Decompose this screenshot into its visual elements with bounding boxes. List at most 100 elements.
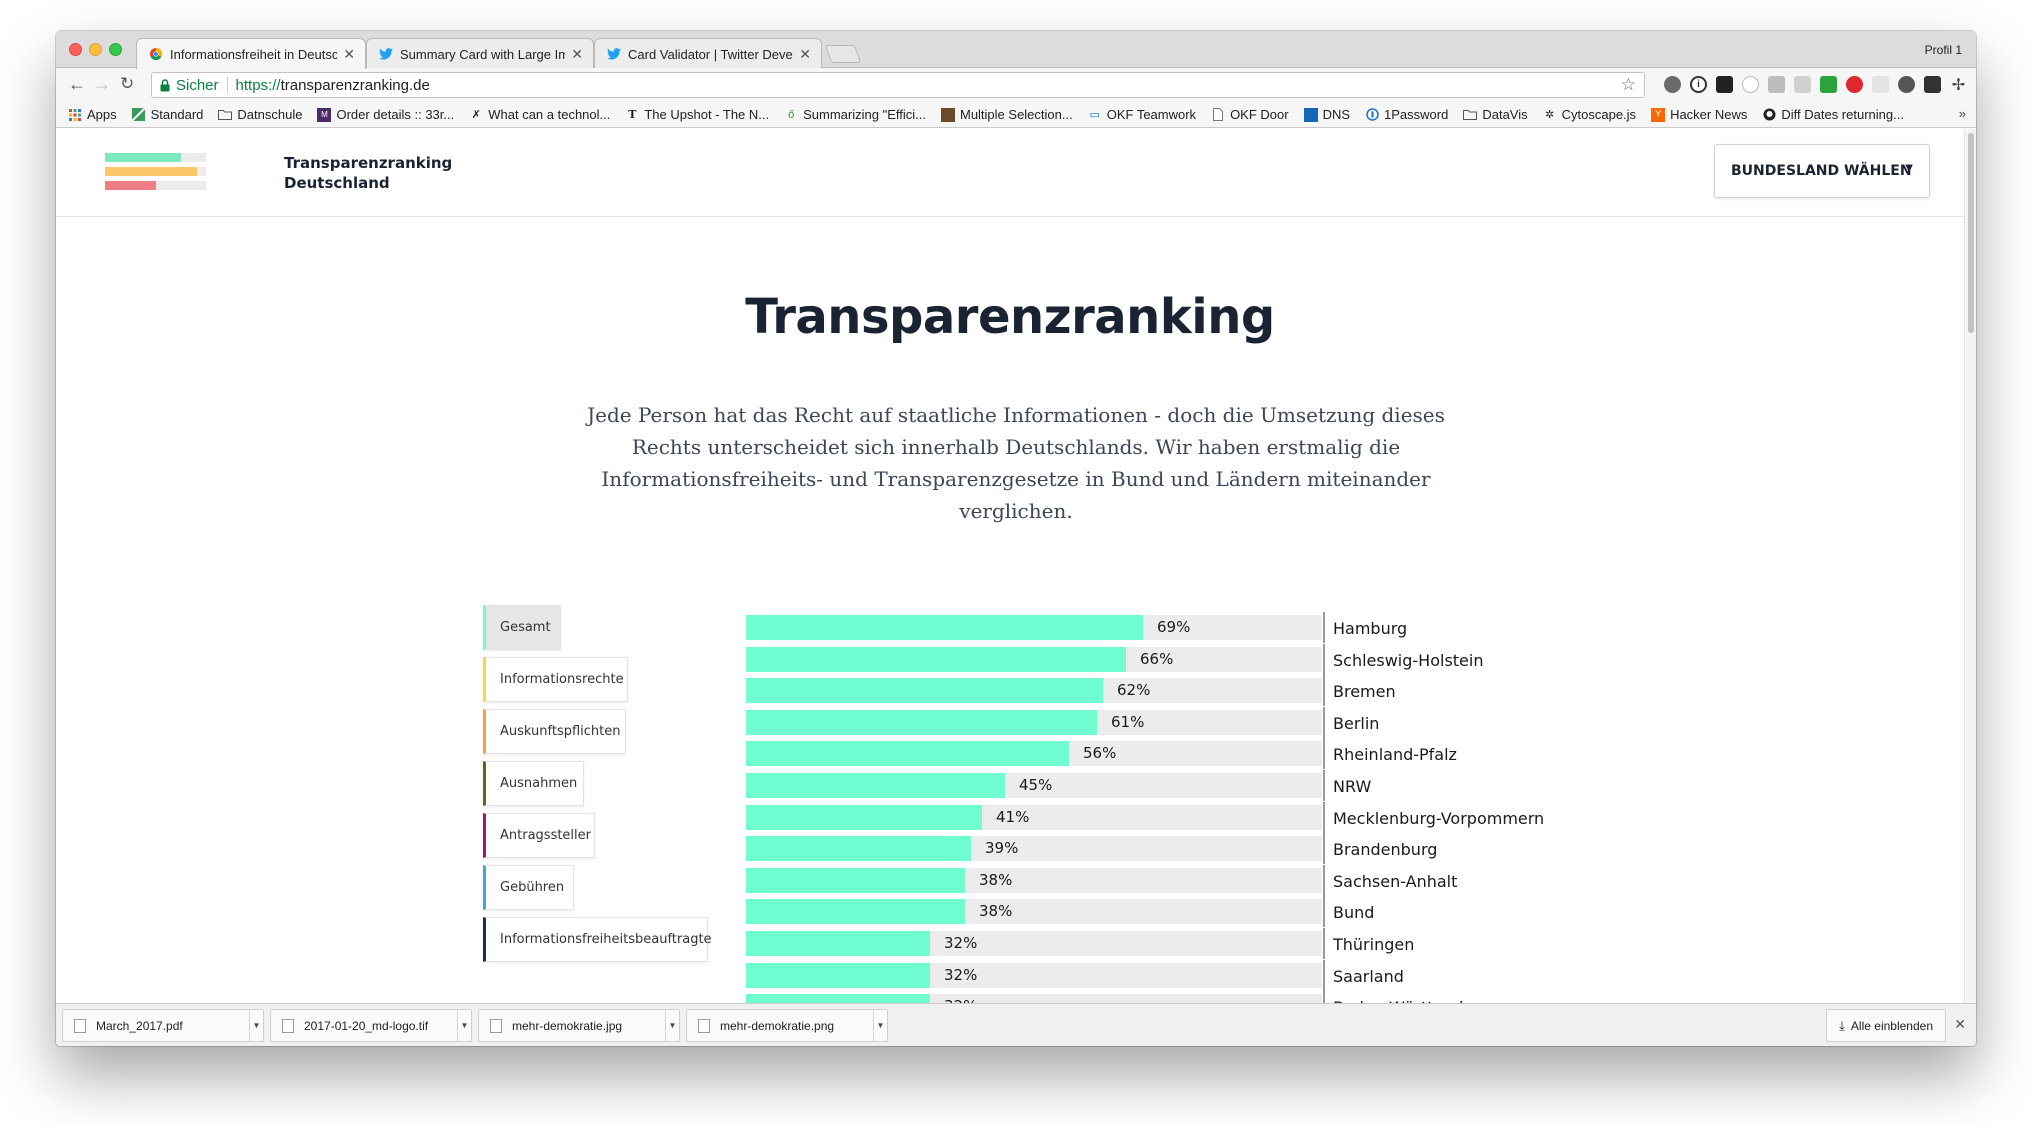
extensions-area: i ✢ ƒ ⋮ <box>1664 76 1976 94</box>
intro-text: Jede Person hat das Recht auf staatliche… <box>587 403 1445 523</box>
tab-close-icon[interactable]: ✕ <box>343 46 355 63</box>
page-scrollbar[interactable] <box>1964 129 1976 1003</box>
forward-arrow-icon[interactable]: → <box>93 74 111 94</box>
minimize-window-button[interactable] <box>89 43 102 56</box>
tab-informationsfreiheit[interactable]: Informationsfreiheit in Deutschland ✕ <box>136 38 366 69</box>
bookmark-diff-dates[interactable]: Diff Dates returning... <box>1762 107 1904 122</box>
filter-button-6[interactable]: Informationsfreiheitsbeauftragte <box>483 917 712 962</box>
chart-row[interactable]: 38% Sachsen-Anhalt <box>746 865 1546 896</box>
chart-row[interactable]: 38% Bund <box>746 896 1546 927</box>
circle-extension-icon[interactable] <box>1742 76 1759 93</box>
filter-button-0[interactable]: Gesamt <box>483 605 561 650</box>
cloud-extension-icon[interactable] <box>1768 76 1785 93</box>
bundesland-select-label: BUNDESLAND WÄHLEN <box>1731 163 1912 179</box>
bookmark-datnschule[interactable]: Datnschule <box>218 107 302 122</box>
back-arrow-icon[interactable]: ← <box>68 74 86 94</box>
tab-summary-card[interactable]: Summary Card with Large Image ✕ <box>366 38 594 69</box>
bookmark-star-icon[interactable]: ☆ <box>1621 75 1636 95</box>
axis-line <box>1323 644 1325 675</box>
bundesland-select[interactable]: BUNDESLAND WÄHLEN ▼ <box>1714 144 1930 198</box>
tab-card-validator[interactable]: Card Validator | Twitter Developers ✕ <box>594 38 822 69</box>
bookmark-okf-door[interactable]: OKF Door <box>1211 107 1289 122</box>
chart-row[interactable]: 41% Mecklenburg-Vorpommern <box>746 802 1546 833</box>
bookmark-1password[interactable]: 1Password <box>1365 107 1448 122</box>
bookmark-order-details[interactable]: M Order details :: 33r... <box>317 107 454 122</box>
file-icon <box>490 1018 502 1033</box>
download-item[interactable]: mehr-demokratie.png ▼ <box>686 1009 888 1042</box>
chart-row[interactable]: 32%Baden-Württemberg <box>746 991 1546 1003</box>
bookmark-okf-teamwork[interactable]: ▭ OKF Teamwork <box>1088 107 1197 122</box>
new-tab-button[interactable] <box>824 45 862 63</box>
category-label: Berlin <box>1333 714 1380 733</box>
scrollbar-thumb[interactable] <box>1968 133 1974 333</box>
close-downloads-icon[interactable]: ✕ <box>1954 1016 1966 1033</box>
chart-row[interactable]: 45% NRW <box>746 770 1546 801</box>
pin-extension-icon[interactable] <box>1924 76 1941 93</box>
bookmark-label: What can a technol... <box>488 107 611 122</box>
teamwork-icon: ▭ <box>1089 109 1100 121</box>
bookmark-multiple-selection[interactable]: Multiple Selection... <box>940 107 1073 122</box>
bookmark-cytoscape[interactable]: ✲ Cytoscape.js <box>1543 107 1636 122</box>
filter-button-1[interactable]: Informationsrechte <box>483 657 628 702</box>
secure-indicator[interactable]: Sicher <box>160 77 219 94</box>
chart-row[interactable]: 62% Bremen <box>746 675 1546 706</box>
chart-row[interactable]: 39% Brandenburg <box>746 833 1546 864</box>
address-bar[interactable]: Sicher https:// transparenzranking.de ☆ <box>151 72 1645 98</box>
filter-button-3[interactable]: Ausnahmen <box>483 761 584 806</box>
chevron-down-icon[interactable]: ▼ <box>873 1010 887 1041</box>
category-label: Schleswig-Holstein <box>1333 651 1484 670</box>
green-extension-icon[interactable] <box>1820 76 1837 93</box>
shield-extension-icon[interactable] <box>1664 76 1681 93</box>
filter-button-5[interactable]: Gebühren <box>483 865 574 910</box>
category-label: Brandenburg <box>1333 840 1438 859</box>
bookmark-apps[interactable]: Apps <box>68 107 117 122</box>
chevron-down-icon[interactable]: ▼ <box>457 1010 471 1041</box>
bookmark-summarizing[interactable]: ő Summarizing "Effici... <box>784 107 926 122</box>
blank-extension-icon[interactable] <box>1872 76 1889 93</box>
reader-extension-icon[interactable] <box>1716 76 1733 93</box>
chart-row[interactable]: 32% Thüringen <box>746 928 1546 959</box>
reload-icon[interactable]: ↻ <box>120 74 134 94</box>
bookmark-datavis[interactable]: DataVis <box>1463 107 1528 122</box>
zoom-window-button[interactable] <box>109 43 122 56</box>
show-all-downloads-button[interactable]: ⤓ Alle einblenden <box>1826 1009 1946 1042</box>
browser-toolbar: ← → ↻ Sicher https:// transparenzranking… <box>56 68 1976 102</box>
bookmarks-overflow-icon[interactable]: » <box>1959 106 1966 121</box>
bar-value-label: 41% <box>996 808 1030 826</box>
chart-row[interactable]: 56% Rheinland-Pfalz <box>746 738 1546 769</box>
chart-row[interactable]: 61% Berlin <box>746 707 1546 738</box>
bookmark-label: DataVis <box>1482 107 1528 122</box>
tab-close-icon[interactable]: ✕ <box>571 46 583 63</box>
download-item[interactable]: March_2017.pdf ▼ <box>62 1009 264 1042</box>
bookmark-the-upshot[interactable]: T The Upshot - The N... <box>625 107 769 122</box>
info-extension-icon[interactable]: i <box>1690 76 1707 93</box>
filter-button-2[interactable]: Auskunftspflichten <box>483 709 626 754</box>
site-name[interactable]: Transparenzranking Deutschland <box>284 153 452 193</box>
plus-extension-icon[interactable]: ✢ <box>1950 76 1967 94</box>
chevron-down-icon[interactable]: ▼ <box>249 1010 263 1041</box>
site-logo[interactable] <box>105 153 206 191</box>
bookmark-dns[interactable]: DNS <box>1303 107 1350 122</box>
bookmark-label: 1Password <box>1384 107 1449 122</box>
download-item[interactable]: 2017-01-20_md-logo.tif ▼ <box>270 1009 472 1042</box>
chevron-down-icon: ▼ <box>1905 163 1913 174</box>
bookmark-what-can-a-technol[interactable]: ✗ What can a technol... <box>469 107 611 122</box>
chevron-down-icon[interactable]: ▼ <box>665 1010 679 1041</box>
filter-button-4[interactable]: Antragssteller <box>483 813 595 858</box>
chart-row[interactable]: 66% Schleswig-Holstein <box>746 644 1546 675</box>
bookmark-hacker-news[interactable]: Y Hacker News <box>1651 107 1747 122</box>
chart-row[interactable]: 32% Saarland <box>746 960 1546 991</box>
download-item[interactable]: mehr-demokratie.jpg ▼ <box>478 1009 680 1042</box>
opera-extension-icon[interactable] <box>1846 76 1863 93</box>
profile-button[interactable]: Profil 1 <box>1925 43 1962 57</box>
secure-label: Sicher <box>176 76 219 94</box>
close-window-button[interactable] <box>69 43 82 56</box>
tab-close-icon[interactable]: ✕ <box>799 46 811 63</box>
grid-extension-icon[interactable] <box>1794 76 1811 93</box>
bookmark-standard[interactable]: Standard <box>132 107 203 122</box>
bar-value-label: 32% <box>944 934 978 952</box>
wheel-extension-icon[interactable] <box>1898 76 1915 93</box>
chart-row[interactable]: 69% Hamburg <box>746 612 1546 643</box>
page-icon <box>940 107 955 122</box>
category-label: Thüringen <box>1333 935 1415 954</box>
